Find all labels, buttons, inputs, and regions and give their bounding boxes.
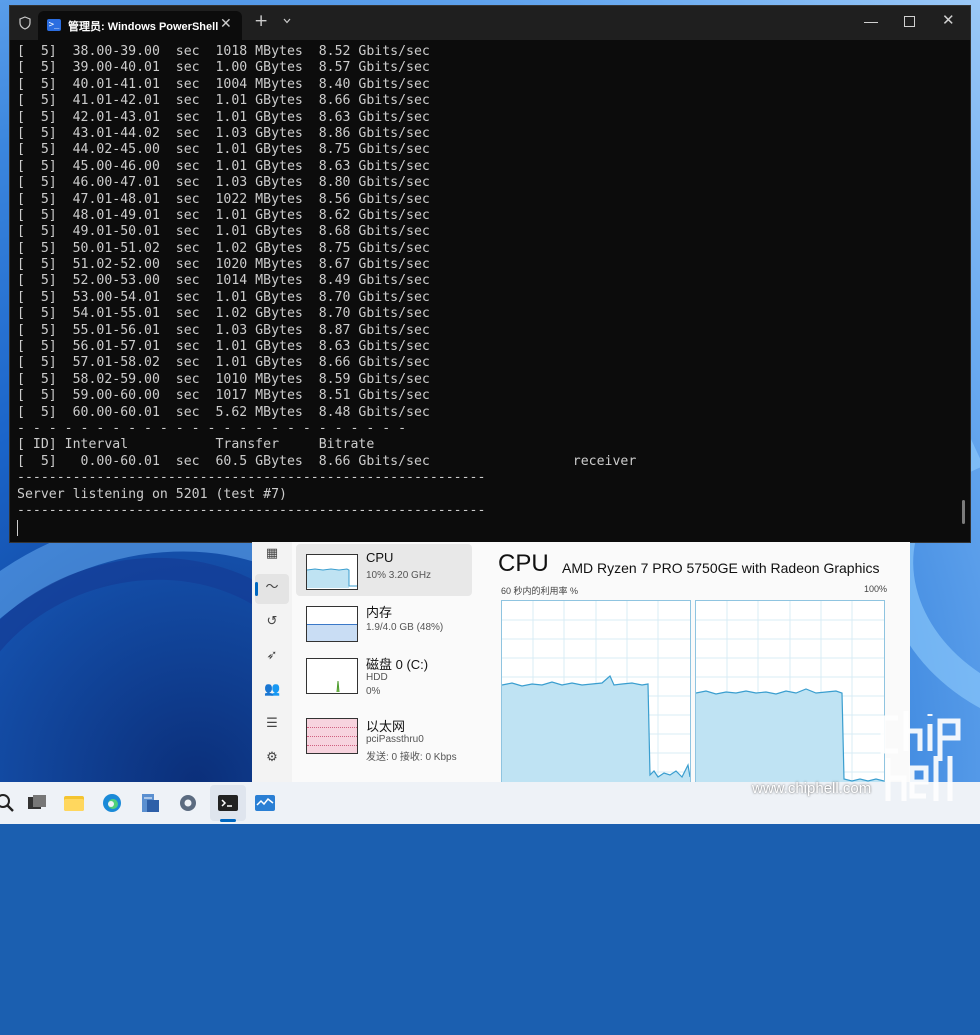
- console-line: [ 5] 48.01-49.01 sec 1.01 GBytes 8.62 Gb…: [17, 207, 430, 223]
- resource-cpu[interactable]: CPU 10% 3.20 GHz: [296, 544, 472, 596]
- taskbar-active-indicator: [220, 819, 236, 822]
- watermark-logo: [880, 711, 961, 801]
- cpu-core-graph: [501, 600, 691, 782]
- settings-gear-icon[interactable]: [177, 792, 199, 814]
- file-explorer-icon[interactable]: [63, 792, 85, 814]
- minimize-button[interactable]: [864, 22, 878, 23]
- console-line: [ 5] 55.01-56.01 sec 1.03 GBytes 8.87 Gb…: [17, 322, 430, 338]
- page-title: CPU: [498, 550, 549, 577]
- processes-icon[interactable]: ▦: [264, 546, 280, 562]
- powershell-icon: >_: [47, 19, 61, 31]
- console-line: ----------------------------------------…: [17, 470, 486, 486]
- cpu-thumbnail-graph: [306, 554, 358, 590]
- console-line: [ 5] 38.00-39.00 sec 1018 MBytes 8.52 Gb…: [17, 44, 430, 59]
- resource-detail: HDD: [366, 672, 388, 683]
- resource-memory[interactable]: 内存 1.9/4.0 GB (48%): [296, 596, 472, 648]
- details-icon[interactable]: ☰: [264, 716, 280, 732]
- console-line: [ 5] 45.00-46.00 sec 1.01 GBytes 8.63 Gb…: [17, 158, 430, 174]
- console-line: [ 5] 49.01-50.01 sec 1.01 GBytes 8.68 Gb…: [17, 224, 430, 240]
- edge-browser-icon[interactable]: [101, 792, 123, 814]
- graph-axis-label: 60 秒内的利用率 %: [501, 586, 579, 596]
- resource-usage: 0%: [366, 686, 381, 697]
- task-manager-icon[interactable]: [254, 792, 276, 814]
- console-line: [ 5] 56.01-57.01 sec 1.01 GBytes 8.63 Gb…: [17, 339, 430, 355]
- task-manager-window: ▦ 〜 ↺ ➶ 👥 ☰ ⚙ CPU 10% 3.20 GHz 内存 1.9/4.…: [252, 542, 910, 782]
- services-icon[interactable]: ⚙: [264, 750, 280, 766]
- resource-name: 磁盘 0 (C:): [366, 657, 429, 672]
- console-line: [ 5] 57.01-58.02 sec 1.01 GBytes 8.66 Gb…: [17, 355, 430, 371]
- console-line: Server listening on 5201 (test #7): [17, 486, 287, 502]
- console-line: [ 5] 59.00-60.00 sec 1017 MBytes 8.51 Gb…: [17, 388, 430, 404]
- tab-title: 管理员: Windows PowerShell: [68, 21, 219, 33]
- terminal-icon[interactable]: [217, 792, 239, 814]
- task-manager-nav: ▦ 〜 ↺ ➶ 👥 ☰ ⚙: [252, 542, 292, 782]
- console-line: [ 5] 53.00-54.01 sec 1.01 GBytes 8.70 Gb…: [17, 289, 430, 305]
- shield-icon: [19, 16, 31, 30]
- network-thumbnail-graph: [306, 718, 358, 754]
- cpu-model-name: AMD Ryzen 7 PRO 5750GE with Radeon Graph…: [562, 560, 880, 576]
- console-line: [ 5] 54.01-55.01 sec 1.02 GBytes 8.70 Gb…: [17, 306, 430, 322]
- console-line: [ 5] 43.01-44.02 sec 1.03 GBytes 8.86 Gb…: [17, 125, 430, 141]
- maximize-button[interactable]: [904, 16, 915, 27]
- close-window-button[interactable]: ✕: [942, 11, 955, 29]
- resource-name: 以太网: [366, 719, 406, 734]
- resource-name: 内存: [366, 605, 393, 620]
- terminal-titlebar: >_ 管理员: Windows PowerShell ✕ + ✕: [10, 6, 970, 40]
- network-throughput: 发送: 0 接收: 0 Kbps: [366, 752, 457, 763]
- chevron-down-icon[interactable]: [282, 16, 292, 26]
- console-line: [ ID] Interval Transfer Bitrate: [17, 437, 375, 453]
- close-tab-icon[interactable]: ✕: [220, 16, 232, 32]
- startup-icon[interactable]: ➶: [264, 648, 280, 664]
- watermark-url: www.chiphell.com: [752, 780, 872, 797]
- console-line: [ 5] 39.00-40.01 sec 1.00 GBytes 8.57 Gb…: [17, 60, 430, 76]
- console-line: [ 5] 0.00-60.01 sec 60.5 GBytes 8.66 Gbi…: [17, 453, 637, 469]
- new-tab-button[interactable]: +: [254, 11, 268, 31]
- console-line: [ 5] 40.01-41.01 sec 1004 MBytes 8.40 Gb…: [17, 76, 430, 92]
- performance-detail: CPU AMD Ryzen 7 PRO 5750GE with Radeon G…: [486, 542, 910, 782]
- server-manager-icon[interactable]: [139, 792, 161, 814]
- text-cursor: [17, 520, 18, 536]
- console-line: [ 5] 58.02-59.00 sec 1010 MBytes 8.59 Gb…: [17, 371, 430, 387]
- terminal-window: >_ 管理员: Windows PowerShell ✕ + ✕ [ 5] 38…: [10, 6, 970, 542]
- console-output[interactable]: [ 5] 38.00-39.00 sec 1018 MBytes 8.52 Gb…: [17, 44, 957, 538]
- console-line: [ 5] 44.02-45.00 sec 1.01 GBytes 8.75 Gb…: [17, 142, 430, 158]
- console-line: [ 5] 50.01-51.02 sec 1.02 GBytes 8.75 Gb…: [17, 240, 430, 256]
- console-line: [ 5] 46.00-47.01 sec 1.03 GBytes 8.80 Gb…: [17, 175, 430, 191]
- memory-thumbnail-graph: [306, 606, 358, 642]
- resource-detail: pciPassthru0: [366, 734, 424, 745]
- resource-list: CPU 10% 3.20 GHz 内存 1.9/4.0 GB (48%) 磁盘 …: [292, 542, 486, 782]
- search-icon[interactable]: [0, 792, 16, 814]
- app-history-icon[interactable]: ↺: [264, 614, 280, 630]
- nav-active-indicator: [255, 582, 258, 596]
- resource-ethernet[interactable]: 以太网 pciPassthru0 发送: 0 接收: 0 Kbps: [296, 710, 472, 763]
- resource-detail: 10% 3.20 GHz: [366, 570, 432, 581]
- console-line: [ 5] 42.01-43.01 sec 1.01 GBytes 8.63 Gb…: [17, 109, 430, 125]
- console-line: - - - - - - - - - - - - - - - - - - - - …: [17, 420, 407, 436]
- performance-icon[interactable]: 〜: [264, 580, 280, 596]
- cpu-core-graph: [695, 600, 885, 782]
- console-line: [ 5] 51.02-52.00 sec 1020 MBytes 8.67 Gb…: [17, 257, 430, 273]
- console-line: ----------------------------------------…: [17, 502, 486, 518]
- terminal-tab[interactable]: >_ 管理员: Windows PowerShell ✕: [38, 11, 242, 40]
- resource-disk[interactable]: 磁盘 0 (C:) HDD 0%: [296, 648, 472, 700]
- console-line: [ 5] 41.01-42.01 sec 1.01 GBytes 8.66 Gb…: [17, 93, 430, 109]
- scrollbar[interactable]: [962, 500, 965, 524]
- console-line: [ 5] 60.00-60.01 sec 5.62 MBytes 8.48 Gb…: [17, 404, 430, 420]
- console-line: [ 5] 47.01-48.01 sec 1022 MBytes 8.56 Gb…: [17, 191, 430, 207]
- resource-detail: 1.9/4.0 GB (48%): [366, 622, 444, 633]
- task-view-icon[interactable]: [26, 792, 48, 814]
- disk-thumbnail-graph: [306, 658, 358, 694]
- users-icon[interactable]: 👥: [264, 682, 280, 698]
- resource-name: CPU: [366, 550, 394, 565]
- console-line: [ 5] 52.00-53.00 sec 1014 MBytes 8.49 Gb…: [17, 273, 430, 289]
- graph-max-label: 100%: [864, 584, 888, 594]
